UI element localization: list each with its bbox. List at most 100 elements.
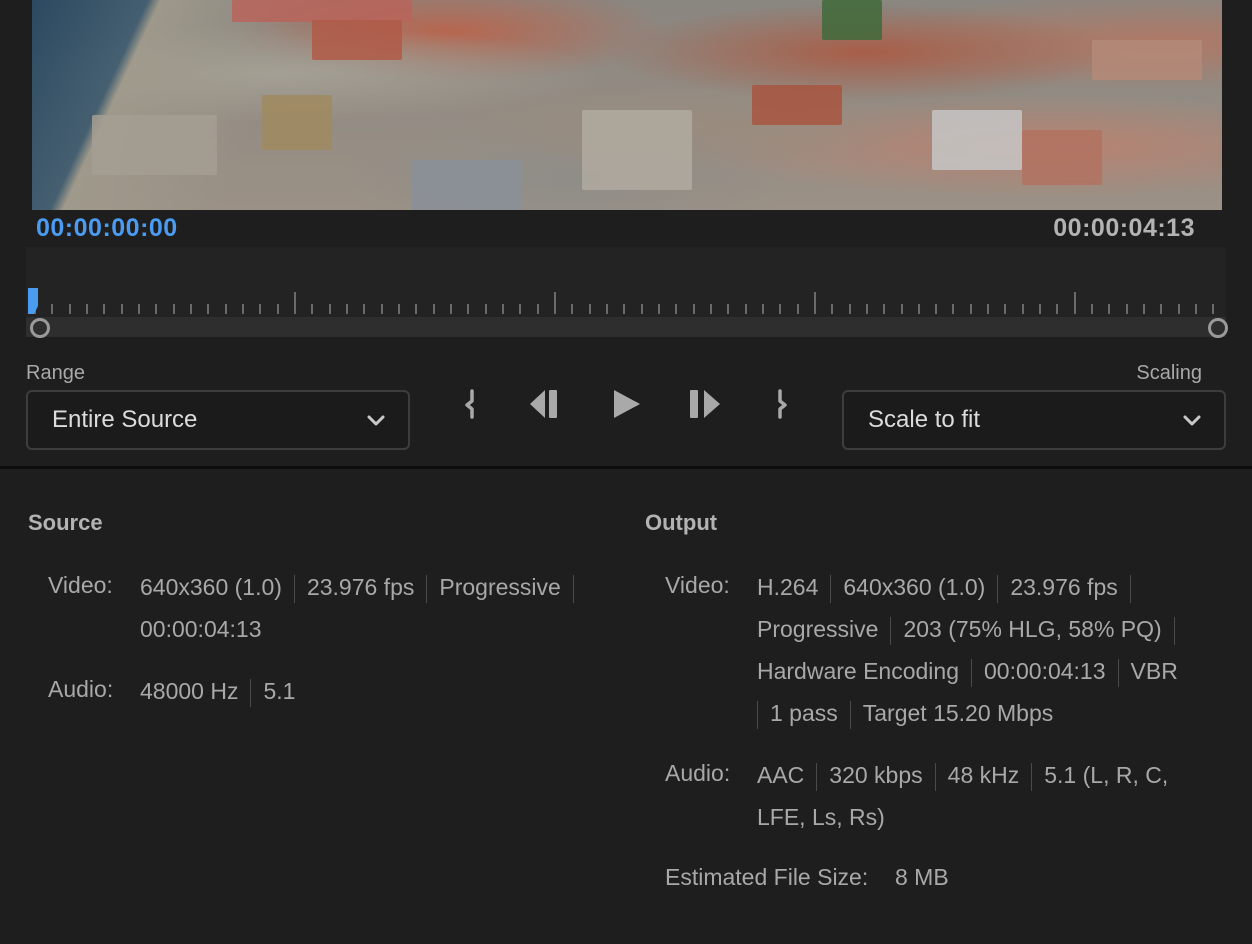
timeline-tick — [173, 304, 175, 314]
separator — [250, 678, 252, 707]
timeline-scrubber[interactable] — [26, 247, 1228, 338]
range-out-handle[interactable] — [1208, 318, 1228, 338]
timeline-tick — [502, 304, 504, 314]
timeline-tick — [138, 304, 140, 314]
separator — [1129, 574, 1131, 603]
timeline-tick — [294, 292, 296, 314]
timeline-tick — [277, 304, 279, 314]
separator — [971, 658, 973, 687]
timeline-tick — [121, 304, 123, 314]
preview-detail — [752, 85, 842, 125]
output-video-hdr: 203 (75% HLG, 58% PQ) — [903, 616, 1162, 642]
source-video-resolution: 640x360 (1.0) — [140, 574, 282, 600]
preview-detail — [412, 160, 522, 210]
separator — [1031, 762, 1033, 791]
output-video-codec: H.264 — [757, 574, 819, 600]
range-dropdown[interactable]: Entire Source — [26, 390, 410, 450]
source-audio-rate: 48000 Hz — [140, 678, 239, 704]
playhead[interactable] — [28, 288, 40, 314]
timeline-tick — [1212, 304, 1214, 314]
timeline-tick — [398, 304, 400, 314]
source-audio-channels: 5.1 — [263, 678, 296, 704]
timeline-tick — [1022, 304, 1024, 314]
output-audio-bitrate: 320 kbps — [829, 762, 923, 788]
timeline-tick — [1108, 304, 1110, 314]
timeline-tick — [693, 304, 695, 314]
timeline-tick — [329, 304, 331, 314]
output-audio-channels-cont: LFE, Ls, Rs) — [757, 804, 885, 830]
file-size-value: 8 MB — [895, 864, 949, 890]
preview-detail — [312, 20, 402, 60]
separator — [1173, 616, 1175, 645]
timeline-tick — [519, 304, 521, 314]
play-button[interactable] — [608, 384, 644, 424]
timeline-tick — [814, 292, 816, 314]
scaling-dropdown[interactable]: Scale to fit — [842, 390, 1226, 450]
timeline-tick — [450, 304, 452, 314]
source-video-duration: 00:00:04:13 — [140, 616, 262, 642]
timeline-tick — [849, 304, 851, 314]
step-forward-button[interactable] — [686, 384, 726, 424]
output-audio-rate: 48 kHz — [947, 762, 1020, 788]
scaling-label: Scaling — [1136, 362, 1202, 384]
timeline-tick — [745, 304, 747, 314]
timeline-tick — [155, 304, 157, 314]
timeline-tick — [762, 304, 764, 314]
timeline-tick — [987, 304, 989, 314]
timeline-tick — [623, 304, 625, 314]
timeline-tick — [1004, 304, 1006, 314]
timeline-tick — [51, 304, 53, 314]
output-audio-codec: AAC — [757, 762, 805, 788]
step-back-icon — [530, 390, 557, 418]
range-in-handle[interactable] — [30, 318, 50, 338]
timeline-tick — [1143, 304, 1145, 314]
preview-detail — [932, 110, 1022, 170]
source-audio-label: Audio: — [48, 676, 114, 702]
separator — [934, 762, 936, 791]
timeline-tick — [207, 304, 209, 314]
separator — [830, 574, 832, 603]
source-video-scan: Progressive — [439, 574, 561, 600]
output-audio-label: Audio: — [665, 760, 731, 786]
timeline-tick — [1074, 292, 1076, 314]
timeline-tick — [311, 304, 313, 314]
source-video-label: Video: — [48, 572, 113, 598]
timeline-tick — [69, 304, 71, 314]
timeline-tick — [831, 304, 833, 314]
output-video-encoding: Hardware Encoding — [757, 658, 960, 684]
duration-timecode: 00:00:04:13 — [1053, 214, 1195, 242]
source-title: Source — [28, 510, 103, 535]
preview-detail — [822, 0, 882, 40]
timeline-tick — [485, 304, 487, 314]
output-audio-channels: 5.1 (L, R, C, — [1044, 762, 1169, 788]
range-track[interactable] — [26, 317, 1226, 337]
output-video-fps: 23.976 fps — [1010, 574, 1118, 600]
source-audio-details: 48000 Hz 5.1 — [140, 670, 295, 712]
output-video-bitrate-mode: VBR — [1130, 658, 1178, 684]
set-out-point-button[interactable] — [768, 384, 796, 424]
timeline-tick — [1195, 304, 1197, 314]
timeline-tick — [554, 292, 556, 314]
out-point-bracket-icon — [778, 389, 787, 419]
current-timecode[interactable]: 00:00:00:00 — [36, 214, 178, 243]
timeline-tick — [918, 304, 920, 314]
timeline-tick — [866, 304, 868, 314]
output-video-resolution: 640x360 (1.0) — [843, 574, 986, 600]
output-video-target-bitrate: Target 15.20 Mbps — [862, 700, 1054, 726]
timeline-tick — [779, 304, 781, 314]
range-label: Range — [26, 362, 85, 384]
timeline-tick — [571, 304, 573, 314]
preview-detail — [92, 115, 217, 175]
timeline-tick — [1126, 304, 1128, 314]
timeline-tick — [242, 304, 244, 314]
step-forward-icon — [690, 390, 720, 418]
timeline-tick — [259, 304, 261, 314]
in-point-bracket-icon — [465, 389, 474, 419]
output-audio-details: AAC 320 kbps 48 kHz 5.1 (L, R, C, LFE, Ls, … — [757, 754, 1168, 838]
timeline-tick — [1178, 304, 1180, 314]
timeline-tick — [606, 304, 608, 314]
step-back-button[interactable] — [526, 384, 566, 424]
timeline-tick — [935, 304, 937, 314]
set-in-point-button[interactable] — [456, 384, 484, 424]
timeline-tick — [103, 304, 105, 314]
